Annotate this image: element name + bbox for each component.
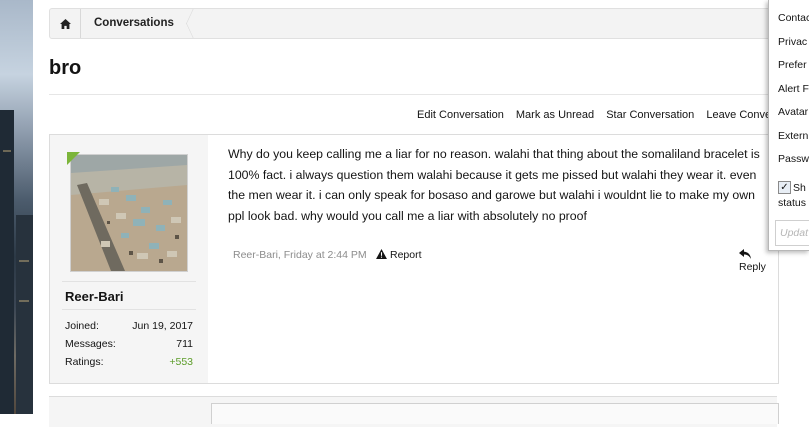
background-cityscape xyxy=(0,0,33,414)
divider xyxy=(62,281,196,282)
online-indicator xyxy=(67,152,80,165)
message-body: Why do you keep calling me a liar for no… xyxy=(228,147,760,223)
message-content: Why do you keep calling me a liar for no… xyxy=(208,135,778,383)
status-checkbox[interactable]: ✓ xyxy=(778,181,791,194)
divider xyxy=(49,94,779,95)
status-update-input[interactable]: Updat xyxy=(775,220,809,246)
star-conversation-link[interactable]: Star Conversation xyxy=(606,109,694,121)
breadcrumb: Conversations xyxy=(49,8,781,39)
menu-item-external-accounts[interactable]: Extern xyxy=(778,130,808,142)
mark-unread-link[interactable]: Mark as Unread xyxy=(516,109,594,121)
username[interactable]: Reer-Bari xyxy=(65,289,124,304)
message: Reer-Bari Joined: Jun 19, 2017 Messages:… xyxy=(49,134,779,384)
report-label: Report xyxy=(390,249,422,261)
report-button[interactable]: Report xyxy=(376,249,422,261)
stat-value: Jun 19, 2017 xyxy=(132,320,193,332)
conversation-actions: Edit Conversation Mark as Unread Star Co… xyxy=(417,109,789,121)
stat-joined: Joined: Jun 19, 2017 xyxy=(65,320,193,332)
stat-messages: Messages: 711 xyxy=(65,338,193,350)
status-checkbox-label: Sh xyxy=(793,182,806,194)
home-icon xyxy=(59,18,71,29)
account-dropdown: Contac Privac Prefer Alert F Avatar Exte… xyxy=(768,0,809,251)
stat-value: 711 xyxy=(176,338,193,350)
menu-item-preferences[interactable]: Prefer xyxy=(778,59,807,71)
stat-ratings: Ratings: +553 xyxy=(65,356,193,368)
avatar[interactable] xyxy=(70,154,188,272)
stat-value: +553 xyxy=(169,356,193,368)
reply-label: Reply xyxy=(739,261,766,273)
main-page: Conversations bro Edit Conversation Mark… xyxy=(33,0,809,427)
stat-label: Ratings: xyxy=(65,356,104,368)
menu-item-contact[interactable]: Contac xyxy=(778,12,809,24)
warning-icon xyxy=(376,249,387,259)
reply-icon xyxy=(739,249,751,259)
stat-label: Messages: xyxy=(65,338,116,350)
breadcrumb-conversations[interactable]: Conversations xyxy=(94,9,174,38)
menu-item-password[interactable]: Passw xyxy=(778,153,809,165)
menu-item-alert-preferences[interactable]: Alert F xyxy=(778,83,809,95)
stat-label: Joined: xyxy=(65,320,99,332)
avatar-image xyxy=(71,155,187,271)
divider xyxy=(62,309,196,310)
menu-item-avatar[interactable]: Avatar xyxy=(778,106,808,118)
menu-item-privacy[interactable]: Privac xyxy=(778,36,807,48)
page-title: bro xyxy=(49,57,82,79)
edit-conversation-link[interactable]: Edit Conversation xyxy=(417,109,504,121)
home-crumb[interactable] xyxy=(50,9,81,38)
status-label: status xyxy=(778,197,807,209)
post-meta[interactable]: Reer-Bari, Friday at 2:44 PM xyxy=(233,249,367,261)
reply-button[interactable]: Reply xyxy=(739,249,778,273)
